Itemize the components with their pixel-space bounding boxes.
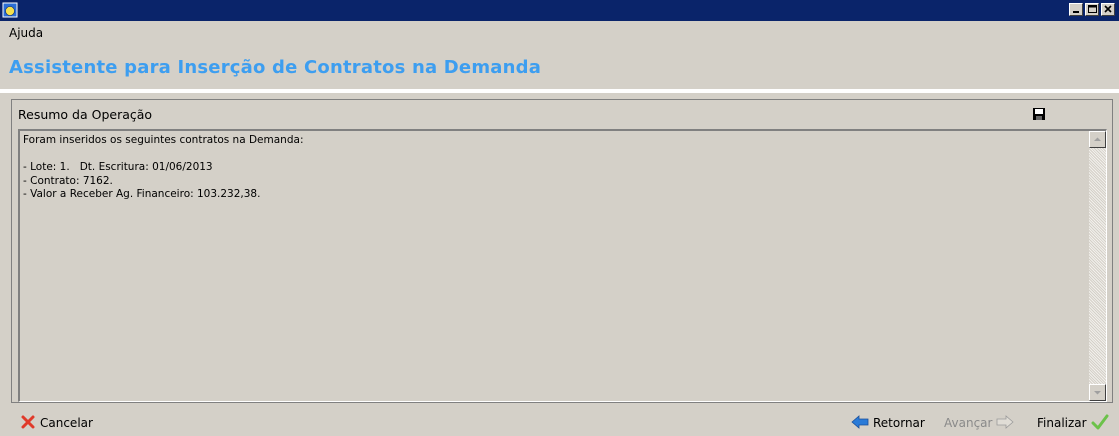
title-divider [0,89,1119,93]
cancel-button[interactable]: Cancelar [20,413,93,433]
summary-panel: Resumo da Operação Foram inseridos os se… [11,99,1113,403]
finish-button[interactable]: Finalizar [1037,413,1109,433]
menu-item-help[interactable]: Ajuda [9,26,43,40]
vertical-scrollbar[interactable] [1089,131,1106,401]
arrow-left-icon [851,414,869,432]
scroll-down-button[interactable] [1089,384,1106,401]
summary-text: Foram inseridos os seguintes contratos n… [23,134,304,201]
cancel-label: Cancelar [40,416,93,430]
back-label: Retornar [873,416,925,430]
finish-label: Finalizar [1037,416,1087,430]
checkmark-icon [1091,414,1109,433]
arrow-right-icon [996,414,1015,432]
back-button[interactable]: Retornar [851,413,925,433]
app-icon[interactable] [2,2,18,18]
close-button[interactable] [1101,3,1115,16]
window-titlebar[interactable] [0,0,1119,21]
maximize-button[interactable] [1085,3,1099,16]
summary-textarea[interactable]: Foram inseridos os seguintes contratos n… [18,129,1107,402]
scroll-up-button[interactable] [1089,131,1106,148]
menu-bar: Ajuda [9,26,43,40]
panel-header: Resumo da Operação [18,107,153,122]
minimize-button[interactable] [1069,3,1083,16]
save-icon[interactable] [1032,107,1046,121]
next-button[interactable]: Avançar [944,413,1015,433]
next-label: Avançar [944,416,993,430]
close-icon [20,414,36,433]
page-title: Assistente para Inserção de Contratos na… [9,57,542,78]
